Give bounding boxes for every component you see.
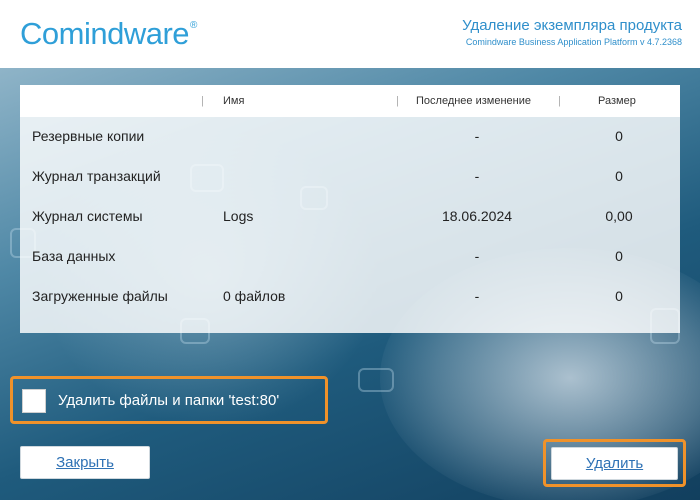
close-button[interactable]: Закрыть	[20, 446, 150, 479]
comindware-logo: Comindware®	[20, 16, 197, 52]
column-separator: |	[558, 95, 561, 107]
logo-text: Comindware	[20, 16, 190, 51]
delete-files-label[interactable]: Удалить файлы и папки 'test:80'	[58, 392, 279, 409]
delete-files-option[interactable]: Удалить файлы и папки 'test:80'	[10, 376, 328, 424]
table-row: Загруженные файлы 0 файлов - 0	[20, 277, 680, 317]
column-separator: |	[201, 95, 204, 107]
delete-button[interactable]: Удалить	[551, 447, 678, 480]
product-version: Comindware Business Application Platform…	[465, 37, 682, 47]
table-row: Журнал системы Logs 18.06.2024 0,00	[20, 197, 680, 237]
row-modified: -	[474, 168, 480, 184]
row-modified: 18.06.2024	[441, 208, 513, 224]
column-header-modified: Последнее изменение	[416, 95, 532, 107]
row-size: 0	[615, 288, 623, 304]
table-header: | Имя | Последнее изменение | Размер	[20, 85, 680, 117]
table-row: База данных - 0	[20, 237, 680, 277]
window-title: Удаление экземпляра продукта	[462, 17, 682, 34]
delete-files-checkbox[interactable]	[22, 389, 46, 413]
row-modified: -	[474, 288, 480, 304]
logo-registered-mark: ®	[190, 20, 197, 31]
row-category: База данных	[32, 248, 116, 264]
row-name: 0 файлов	[223, 288, 286, 304]
data-table: | Имя | Последнее изменение | Размер Рез…	[20, 85, 680, 333]
row-size: 0	[615, 128, 623, 144]
row-category: Журнал системы	[32, 208, 143, 224]
table-row: Резервные копии - 0	[20, 117, 680, 157]
column-header-size: Размер	[598, 95, 636, 107]
header: Comindware® Удаление экземпляра продукта…	[0, 0, 700, 68]
row-category: Резервные копии	[32, 128, 145, 144]
column-header-name: Имя	[223, 95, 245, 107]
row-name: Logs	[223, 208, 254, 224]
row-category: Загруженные файлы	[32, 288, 168, 304]
delete-button-highlight: Удалить	[543, 439, 686, 487]
row-size: 0	[615, 168, 623, 184]
mail-icon	[358, 368, 394, 392]
row-category: Журнал транзакций	[32, 168, 161, 184]
table-row: Журнал транзакций - 0	[20, 157, 680, 197]
row-size: 0,00	[605, 208, 633, 224]
column-separator: |	[396, 95, 399, 107]
row-size: 0	[615, 248, 623, 264]
row-modified: -	[474, 128, 480, 144]
row-modified: -	[474, 248, 480, 264]
